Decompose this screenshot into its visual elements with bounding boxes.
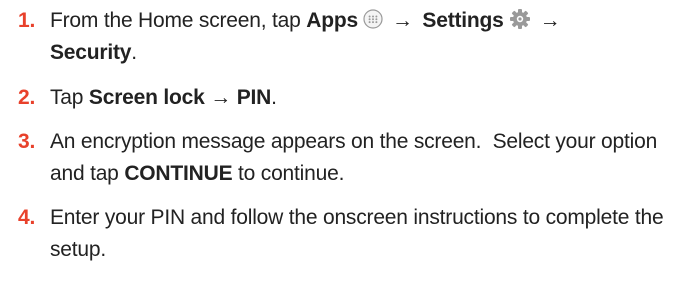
arrow: → [539,9,561,32]
settings-label: Settings [422,9,504,32]
step-text: Enter your PIN and follow the onscreen i… [50,206,664,261]
step-text: From the Home screen, tap [50,9,301,32]
instruction-list: 1. From the Home screen, tap Apps → Setti… [18,0,668,266]
arrow: → [210,86,232,109]
step-3: 3. An encryption message appears on the … [18,126,668,190]
security-label: Security [50,41,132,64]
step-text-end: to continue. [238,162,345,185]
step-text: Tap [50,86,84,109]
apps-label: Apps [306,9,358,32]
step-4: 4. Enter your PIN and follow the onscree… [18,202,668,266]
step-number: 3. [18,130,36,153]
screen-lock-label: Screen lock [88,86,205,109]
step-2: 2. Tap Screen lock → PIN. [18,82,668,114]
apps-grid-icon [363,9,383,30]
pin-label: PIN [236,86,272,109]
period: . [271,86,277,109]
continue-label: CONTINUE [124,162,233,185]
step-number: 1. [18,9,36,32]
gear-icon [509,8,531,30]
period: . [131,41,137,64]
step-number: 4. [18,206,36,229]
arrow: → [391,9,413,32]
step-number: 2. [18,86,36,109]
step-1: 1. From the Home screen, tap Apps → Setti… [18,5,668,69]
